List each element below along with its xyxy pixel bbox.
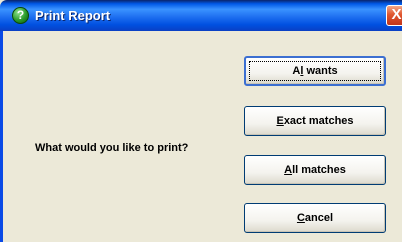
close-icon: X <box>391 6 402 23</box>
window-border <box>0 31 3 242</box>
window-title: Print Report <box>35 8 111 23</box>
exact-matches-label-post: xact matches <box>283 115 354 127</box>
close-button[interactable]: X <box>386 5 402 26</box>
cancel-mnemonic: C <box>296 212 305 224</box>
all-matches-button[interactable]: All matches <box>244 155 386 185</box>
all-matches-mnemonic: A <box>284 164 293 176</box>
all-wants-label-post: wants <box>303 65 338 77</box>
all-matches-label-post: ll matches <box>292 164 346 176</box>
exact-matches-button[interactable]: Exact matches <box>244 106 386 136</box>
exact-matches-mnemonic: E <box>276 115 284 127</box>
cancel-label-post: ancel <box>304 212 334 224</box>
prompt-text: What would you like to print? <box>35 142 189 154</box>
all-wants-button[interactable]: Al wants <box>244 56 386 86</box>
cancel-button[interactable]: Cancel <box>244 203 386 233</box>
all-wants-label-pre: A <box>292 65 301 77</box>
all-wants-mnemonic: l <box>300 65 304 77</box>
title-bar[interactable]: ? Print Report X <box>0 0 402 31</box>
question-mark-icon: ? <box>12 7 29 24</box>
